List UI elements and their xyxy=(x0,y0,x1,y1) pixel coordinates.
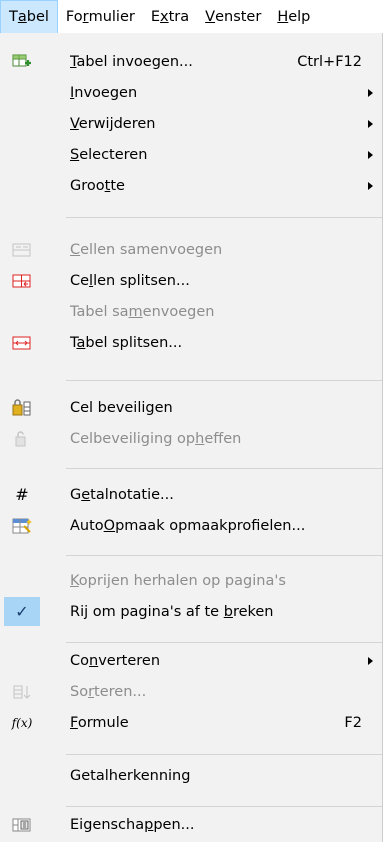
menu-item-cel-beveiligen[interactable]: Cel beveiligen xyxy=(0,392,382,423)
menu-bar: Ta bel Fo r mulier Ex tra Venster Help xyxy=(0,0,383,33)
formula-icon: f(x) xyxy=(11,715,33,730)
menubar-item-formulier[interactable]: Fo r mulier xyxy=(58,0,143,33)
menu-item-label: Grootte xyxy=(70,177,125,194)
menu-item-label: Selecteren xyxy=(70,146,148,163)
menu-item-tabel-splitsen[interactable]: Tabel splitsen... xyxy=(0,327,382,358)
menu-item-label: Cel beveiligen xyxy=(70,399,173,416)
menu-item-celbeveiliging-opheffen[interactable]: Celbeveiliging opheffen xyxy=(0,423,382,454)
menu-item-selecteren[interactable]: Selecteren xyxy=(0,139,382,170)
menu-item-autoopmaak[interactable]: AutoOpmaak opmaakprofielen... xyxy=(0,510,382,541)
separator xyxy=(66,642,382,643)
menu-item-getalherkenning[interactable]: Getalherkenning xyxy=(0,760,382,791)
number-format-icon: # xyxy=(15,485,29,504)
menu-item-label: Tabel samenvoegen xyxy=(70,303,215,320)
menu-item-label: Formule xyxy=(70,714,129,731)
menu-item-label: AutoOpmaak opmaakprofielen... xyxy=(70,517,306,534)
menu-item-label: Converteren xyxy=(70,652,161,669)
shortcut-label: Ctrl+F12 xyxy=(297,53,362,70)
submenu-arrow-icon xyxy=(368,119,373,128)
menu-item-getalnotatie[interactable]: # Getalnotatie... xyxy=(0,479,382,510)
separator xyxy=(66,468,382,469)
menu-item-rij-afbreken[interactable]: ✓ Rij om pagina's af te breken xyxy=(0,596,382,627)
menu-item-label: Getalnotatie... xyxy=(70,486,174,503)
autoformat-icon xyxy=(4,511,40,540)
split-table-icon xyxy=(4,328,40,357)
menu-item-label: Invoegen xyxy=(70,84,138,101)
menu-item-label: Rij om pagina's af te breken xyxy=(70,603,274,620)
merge-cells-icon xyxy=(4,235,40,264)
menu-item-label: Cellen samenvoegen xyxy=(70,241,223,258)
checkmark-icon: ✓ xyxy=(4,597,40,626)
menu-item-label: Getalherkenning xyxy=(70,767,191,784)
menu-item-verwijderen[interactable]: Verwijderen xyxy=(0,108,382,139)
separator xyxy=(66,217,382,218)
menu-item-tabel-samenvoegen[interactable]: Tabel samenvoegen xyxy=(0,296,382,327)
menu-item-invoegen[interactable]: Invoegen xyxy=(0,77,382,108)
protect-cell-icon xyxy=(4,393,40,422)
menu-item-koprijen-herhalen[interactable]: Koprijen herhalen op pagina's xyxy=(0,565,382,596)
insert-table-icon xyxy=(4,47,40,76)
separator xyxy=(66,555,382,556)
menu-item-label: Eigenschappen... xyxy=(70,816,195,833)
sort-icon xyxy=(4,677,40,706)
menu-item-formule[interactable]: f(x) Formule F2 xyxy=(0,707,382,738)
menu-item-cellen-splitsen[interactable]: Cellen splitsen... xyxy=(0,265,382,296)
menu-item-label: Verwijderen xyxy=(70,115,156,132)
menu-item-label: Cellen splitsen... xyxy=(70,272,190,289)
menu-item-grootte[interactable]: Grootte xyxy=(0,170,382,201)
separator xyxy=(66,754,382,755)
submenu-arrow-icon xyxy=(368,181,373,190)
menubar-item-tabel[interactable]: Ta bel xyxy=(0,0,58,33)
shortcut-label: F2 xyxy=(344,714,362,731)
menu-item-sorteren[interactable]: Sorteren... xyxy=(0,676,382,707)
submenu-arrow-icon xyxy=(368,150,373,159)
menu-item-tabel-invoegen[interactable]: Tabel invoegen... Ctrl+F12 xyxy=(0,46,382,77)
properties-icon xyxy=(4,810,40,839)
separator xyxy=(66,380,382,381)
menu-item-label: Sorteren... xyxy=(70,683,147,700)
menu-item-label: Tabel splitsen... xyxy=(70,334,183,351)
menu-item-label: Koprijen herhalen op pagina's xyxy=(70,572,286,589)
menu-item-eigenschappen[interactable]: Eigenschappen... xyxy=(0,809,382,840)
split-cells-icon xyxy=(4,266,40,295)
unprotect-cell-icon xyxy=(4,424,40,453)
menu-item-label: Celbeveiliging opheffen xyxy=(70,430,242,447)
menu-item-label: Tabel invoegen... xyxy=(70,53,193,70)
menu-item-converteren[interactable]: Converteren xyxy=(0,645,382,676)
submenu-arrow-icon xyxy=(368,656,373,665)
menu-item-cellen-samenvoegen[interactable]: Cellen samenvoegen xyxy=(0,234,382,265)
menubar-item-help[interactable]: Help xyxy=(269,0,318,33)
tabel-dropdown-menu: Tabel invoegen... Ctrl+F12 Invoegen Verw… xyxy=(0,33,383,842)
submenu-arrow-icon xyxy=(368,88,373,97)
menubar-item-venster[interactable]: Venster xyxy=(197,0,269,33)
separator xyxy=(66,806,382,807)
menubar-item-extra[interactable]: Ex tra xyxy=(143,0,197,33)
